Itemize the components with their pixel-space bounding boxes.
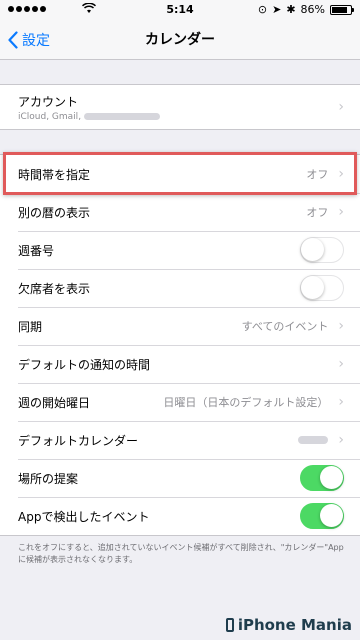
default-calendar-label: デフォルトカレンダー <box>18 433 139 448</box>
watermark-text: iPhone Mania <box>237 616 352 634</box>
week-numbers-row: 週番号 <box>0 231 360 269</box>
phone-icon <box>225 618 234 632</box>
chevron-right-icon: › <box>338 318 344 334</box>
timezone-override-label: 時間帯を指定 <box>18 167 91 182</box>
chevron-right-icon: › <box>338 166 344 182</box>
accounts-subtitle: iCloud, Gmail, <box>18 112 161 122</box>
week-numbers-label: 週番号 <box>18 243 55 258</box>
start-week-on-label: 週の開始曜日 <box>18 395 91 410</box>
navigation-bar: 設定 カレンダー <box>0 20 360 60</box>
settings-group: 時間帯を指定 オフ › 別の暦の表示 オフ › 週番号 欠席者を表示 同期 すべ… <box>0 154 360 536</box>
redacted-email <box>84 113 161 120</box>
timezone-override-row[interactable]: 時間帯を指定 オフ › <box>0 155 360 193</box>
footer-note: これをオフにすると、追加されていないイベント候補がすべて削除され、"カレンダー"… <box>18 543 344 564</box>
location-suggestions-toggle[interactable] <box>300 465 344 491</box>
show-declined-label: 欠席者を表示 <box>18 281 91 296</box>
sync-value: すべてのイベント <box>241 320 329 333</box>
location-suggestions-label: 場所の提案 <box>18 471 79 486</box>
alternate-calendars-row[interactable]: 別の暦の表示 オフ › <box>0 193 360 231</box>
accounts-label: アカウント <box>18 94 79 109</box>
show-declined-toggle[interactable] <box>300 275 344 301</box>
default-alert-times-label: デフォルトの通知の時間 <box>18 357 151 372</box>
location-suggestions-row: 場所の提案 <box>0 459 360 497</box>
start-week-on-row[interactable]: 週の開始曜日 日曜日（日本のデフォルト設定） › <box>0 383 360 421</box>
default-alert-times-row[interactable]: デフォルトの通知の時間 › <box>0 345 360 383</box>
week-numbers-toggle[interactable] <box>300 237 344 263</box>
status-bar: 5:14 ⊙ ➤ ✱ 86% <box>0 0 360 20</box>
location-icon: ➤ <box>272 3 282 16</box>
battery-icon <box>330 4 354 15</box>
chevron-right-icon: › <box>338 394 344 410</box>
timezone-override-value: オフ <box>306 168 329 181</box>
sync-row[interactable]: 同期 すべてのイベント › <box>0 307 360 345</box>
chevron-right-icon: › <box>338 204 344 220</box>
watermark: iPhone Mania <box>225 616 352 634</box>
sync-label: 同期 <box>18 319 43 334</box>
chevron-right-icon: › <box>338 356 344 372</box>
battery-percent: 86% <box>300 3 325 16</box>
start-week-on-value: 日曜日（日本のデフォルト設定） <box>163 396 329 409</box>
alternate-calendars-label: 別の暦の表示 <box>18 205 91 220</box>
accounts-row[interactable]: アカウント iCloud, Gmail, › <box>0 85 360 129</box>
redacted-value <box>298 436 329 444</box>
show-declined-row: 欠席者を表示 <box>0 269 360 307</box>
default-calendar-row[interactable]: デフォルトカレンダー › <box>0 421 360 459</box>
page-title: カレンダー <box>145 32 215 48</box>
rotation-lock-icon: ⊙ <box>257 3 268 16</box>
events-found-in-apps-row: Appで検出したイベント <box>0 497 360 535</box>
chevron-right-icon: › <box>338 99 344 115</box>
events-found-in-apps-label: Appで検出したイベント <box>18 509 150 524</box>
events-found-in-apps-toggle[interactable] <box>300 503 344 529</box>
chevron-right-icon: › <box>338 432 344 448</box>
alternate-calendars-value: オフ <box>306 206 329 219</box>
bluetooth-icon: ✱ <box>286 3 296 16</box>
account-group: アカウント iCloud, Gmail, › <box>0 84 360 130</box>
